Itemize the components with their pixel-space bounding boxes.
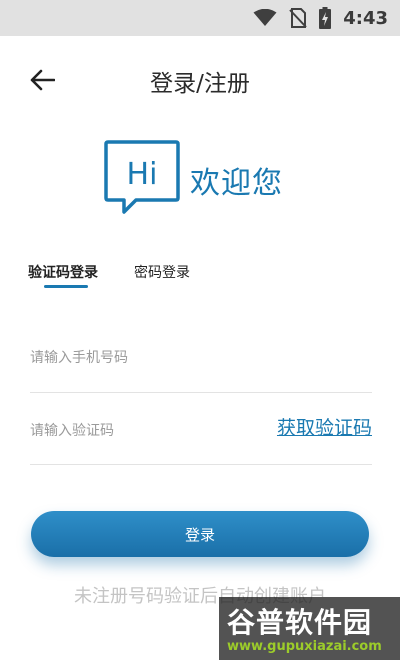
page-title: 登录/注册 (150, 71, 250, 97)
hi-bubble-text: Hi (127, 157, 158, 192)
watermark-url: www.gupuxiazai.com (227, 639, 382, 654)
watermark-logo: 谷普软件园 (227, 606, 373, 639)
hi-bubble-icon: Hi (104, 140, 180, 214)
phone-field (30, 346, 372, 393)
tab-password-login[interactable]: 密码登录 (134, 262, 190, 282)
tab-sms-login[interactable]: 验证码登录 (28, 262, 98, 282)
phone-input[interactable] (30, 346, 250, 370)
watermark: 谷普软件园 www.gupuxiazai.com (219, 597, 400, 660)
welcome-banner: Hi 欢迎您 (104, 140, 304, 220)
code-field: 获取验证码 (30, 417, 372, 465)
get-code-link[interactable]: 获取验证码 (277, 413, 372, 440)
welcome-text: 欢迎您 (190, 166, 283, 201)
status-icons: 4:43 (253, 0, 388, 36)
code-input[interactable] (30, 419, 250, 443)
status-time: 4:43 (343, 7, 388, 29)
wifi-icon (253, 9, 277, 27)
active-tab-indicator (44, 285, 88, 288)
no-sim-icon (289, 8, 307, 28)
battery-charging-icon (319, 7, 332, 29)
status-bar: 4:43 (0, 0, 400, 36)
header: 登录/注册 (0, 36, 400, 122)
login-button[interactable]: 登录 (31, 511, 369, 557)
